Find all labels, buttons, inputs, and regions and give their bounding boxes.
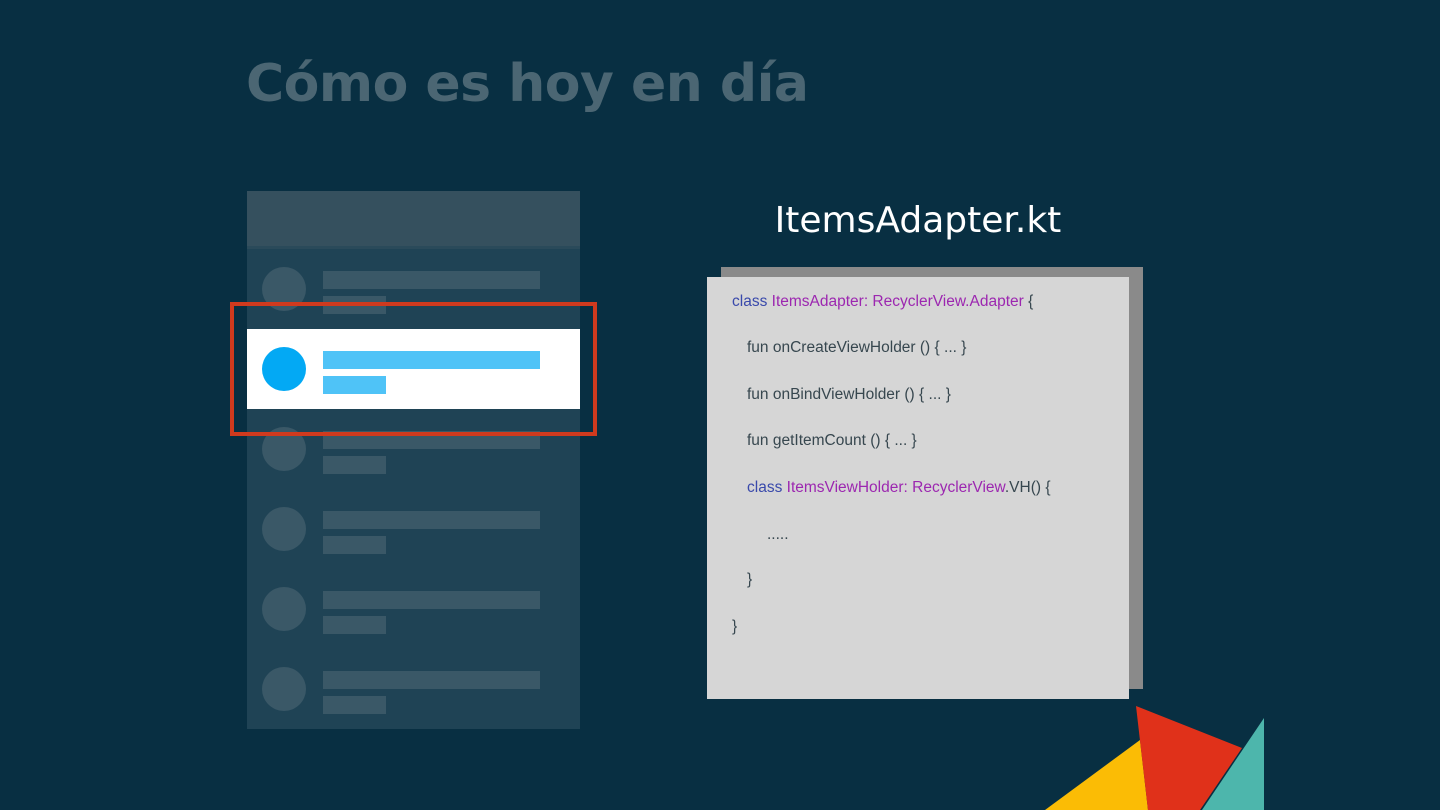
list-item bbox=[247, 489, 580, 569]
mock-app-bar bbox=[247, 191, 580, 246]
code-type: ItemsAdapter: RecyclerView.Adapter bbox=[771, 293, 1024, 310]
avatar bbox=[262, 587, 306, 631]
code-line: } bbox=[732, 618, 738, 635]
decorative-shapes bbox=[1045, 706, 1264, 810]
placeholder-line bbox=[323, 271, 540, 289]
code-line: class ItemsViewHolder: RecyclerView.VH()… bbox=[747, 479, 1051, 497]
code-line: } bbox=[747, 571, 753, 588]
code-type: ItemsViewHolder: RecyclerView bbox=[786, 479, 1005, 496]
avatar bbox=[262, 667, 306, 711]
code-line: class ItemsAdapter: RecyclerView.Adapter… bbox=[732, 293, 1033, 311]
placeholder-line bbox=[323, 671, 540, 689]
file-title: ItemsAdapter.kt bbox=[774, 200, 1062, 241]
placeholder-line bbox=[323, 591, 540, 609]
code-line: fun onCreateViewHolder () { ... } bbox=[747, 339, 967, 356]
code-line: ..... bbox=[767, 526, 789, 543]
list-item bbox=[247, 649, 580, 729]
code-keyword: class bbox=[747, 479, 783, 496]
list-item bbox=[247, 569, 580, 649]
code-text: { bbox=[1023, 293, 1034, 310]
code-text: .VH() { bbox=[1004, 479, 1051, 496]
avatar bbox=[262, 507, 306, 551]
list-mockup bbox=[247, 191, 580, 729]
placeholder-line bbox=[323, 536, 386, 554]
deco-yellow-triangle bbox=[1045, 740, 1148, 810]
placeholder-line bbox=[323, 511, 540, 529]
code-card: class ItemsAdapter: RecyclerView.Adapter… bbox=[707, 277, 1129, 699]
highlight-frame bbox=[230, 302, 597, 436]
slide-title: Cómo es hoy en día bbox=[246, 54, 809, 114]
placeholder-line bbox=[323, 616, 386, 634]
code-keyword: class bbox=[732, 293, 768, 310]
code-line: fun getItemCount () { ... } bbox=[747, 432, 917, 449]
placeholder-line bbox=[323, 696, 386, 714]
placeholder-line bbox=[323, 456, 386, 474]
code-line: fun onBindViewHolder () { ... } bbox=[747, 386, 951, 403]
